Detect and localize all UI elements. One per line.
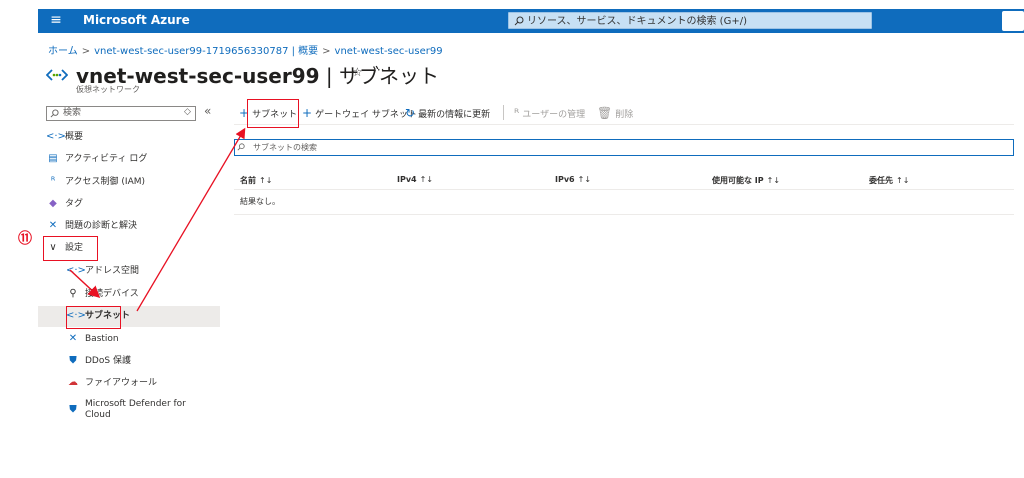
search-icon	[237, 143, 245, 151]
firewall-icon: ☁	[68, 377, 78, 388]
sidebar-item-label: アクティビティ ログ	[65, 154, 148, 164]
tag-icon: ◆	[49, 198, 57, 209]
refresh-button[interactable]: ↻ 最新の情報に更新	[405, 106, 490, 120]
sidebar-item-label: 概要	[65, 132, 84, 142]
add-gateway-subnet-button[interactable]: + ゲートウェイ サブネット	[302, 106, 417, 120]
diagnose-icon: ✕	[48, 220, 58, 231]
breadcrumb-vnet-overview[interactable]: vnet-west-sec-user99-1719656330787 | 概要	[94, 46, 318, 57]
users-icon: ᴿ	[514, 106, 520, 120]
sidebar-item-label: 接続デバイス	[85, 289, 139, 299]
bastion-icon: ✕	[68, 333, 78, 344]
toolbar-divider	[503, 105, 504, 120]
breadcrumb-vnet[interactable]: vnet-west-sec-user99	[335, 46, 443, 57]
sort-icon: ↑↓	[419, 175, 434, 184]
column-header-ipv4[interactable]: IPv4 ↑↓	[397, 175, 433, 184]
sidebar-item-iam[interactable]: ᴿ アクセス制御 (IAM)	[46, 172, 145, 192]
subnet-search-placeholder: サブネットの検索	[253, 143, 317, 152]
sidebar-item-connected-devices[interactable]: ⚲ 接続デバイス	[66, 284, 139, 304]
sidebar-item-label-line2: Cloud	[85, 410, 111, 420]
sidebar-item-overview[interactable]: <·>概要	[46, 127, 83, 147]
sidebar-item-diagnose[interactable]: ✕ 問題の診断と解決	[46, 216, 137, 236]
sidebar-item-tags[interactable]: ◆ タグ	[46, 194, 83, 214]
sidebar-item-bastion[interactable]: ✕ Bastion	[66, 329, 119, 349]
vnet-icon: <·>	[46, 131, 66, 142]
manage-users-label: ユーザーの管理	[522, 110, 586, 120]
more-options-icon[interactable]: ···	[373, 63, 384, 77]
activity-log-icon: ▤	[48, 153, 58, 164]
sidebar-item-address-space[interactable]: <·>アドレス空間	[66, 261, 139, 281]
sidebar-item-label-wrap: Microsoft Defender for Cloud	[85, 399, 186, 421]
sort-icon: ↑↓	[259, 176, 273, 185]
annotation-highlight-subnets	[66, 306, 121, 329]
sidebar-item-label: 問題の診断と解決	[65, 221, 138, 231]
brand-title[interactable]: Microsoft Azure	[83, 13, 190, 27]
empty-table-message: 結果なし。	[240, 197, 280, 206]
sidebar-search-input[interactable]: 検索	[46, 106, 196, 121]
delete-label: 削除	[615, 110, 634, 120]
favorite-star-icon[interactable]: ☆	[352, 65, 363, 79]
sidebar-item-ddos[interactable]: ⛊ DDoS 保護	[66, 351, 131, 371]
sidebar-item-activity-log[interactable]: ▤ アクティビティ ログ	[46, 149, 147, 169]
column-header-name[interactable]: 名前 ↑↓	[240, 175, 272, 186]
sidebar-search-placeholder: 検索	[63, 108, 82, 118]
column-header-label: 委任先	[869, 176, 893, 185]
sort-icon: ↑↓	[896, 176, 910, 185]
column-header-delegated-to[interactable]: 委任先 ↑↓	[869, 175, 909, 186]
sidebar-item-label: DDoS 保護	[85, 356, 131, 366]
topbar-right-button[interactable]	[1002, 11, 1024, 31]
refresh-label: 最新の情報に更新	[418, 110, 491, 120]
column-header-label: IPv4	[397, 175, 417, 184]
sidebar-item-label: Microsoft Defender for	[85, 399, 186, 409]
filter-diamond-icon[interactable]: ◇	[184, 107, 191, 117]
manage-users-button[interactable]: ᴿ ユーザーの管理	[514, 106, 585, 120]
refresh-icon: ↻	[405, 106, 416, 120]
global-search-input[interactable]: リソース、サービス、ドキュメントの検索 (G+/)	[508, 12, 872, 29]
sidebar-item-defender[interactable]: ⛊ Microsoft Defender for Cloud	[66, 399, 186, 423]
azure-top-bar: ≡ Microsoft Azure リソース、サービス、ドキュメントの検索 (G…	[38, 9, 1024, 33]
table-row-divider	[234, 214, 1014, 215]
collapse-sidebar-icon[interactable]: «	[204, 104, 211, 118]
defender-icon: ⛊	[69, 404, 77, 415]
address-space-icon: <·>	[66, 265, 86, 276]
trash-icon: 🗑	[597, 106, 613, 120]
breadcrumb-separator-icon: >	[81, 46, 91, 57]
column-header-available-ips[interactable]: 使用可能な IP ↑↓	[712, 175, 780, 186]
subnet-search-input[interactable]: サブネットの検索	[234, 139, 1014, 156]
plus-icon: +	[302, 106, 313, 120]
sidebar-item-label: ファイアウォール	[85, 378, 158, 388]
sidebar-item-label: アクセス制御 (IAM)	[65, 177, 146, 187]
sort-icon: ↑↓	[577, 175, 592, 184]
page-subtitle: 仮想ネットワーク	[76, 85, 140, 94]
global-search-placeholder: リソース、サービス、ドキュメントの検索 (G+/)	[527, 16, 747, 27]
sidebar-item-label: Bastion	[85, 334, 119, 344]
breadcrumb-home[interactable]: ホーム	[48, 46, 78, 57]
annotation-highlight-add-subnet	[247, 99, 299, 128]
annotation-highlight-settings	[43, 236, 98, 261]
sidebar-item-label: アドレス空間	[85, 266, 140, 276]
page-title-separator: |	[319, 64, 339, 88]
column-header-label: 名前	[240, 176, 256, 185]
shield-icon: ⛊	[69, 355, 77, 366]
table-header-divider	[234, 189, 1014, 190]
column-header-label: 使用可能な IP	[712, 176, 764, 185]
hamburger-menu-icon[interactable]: ≡	[48, 12, 64, 28]
search-icon	[514, 16, 524, 26]
iam-icon: ᴿ	[50, 176, 56, 187]
sidebar-item-firewall[interactable]: ☁ ファイアウォール	[66, 373, 157, 393]
annotation-arrow-to-add-subnet	[136, 127, 246, 312]
breadcrumb: ホーム > vnet-west-sec-user99-1719656330787 |…	[48, 42, 443, 57]
sidebar-item-label: タグ	[65, 199, 84, 209]
search-icon	[50, 109, 59, 118]
toolbar-divider-line	[234, 124, 1014, 125]
delete-button[interactable]: 🗑 削除	[597, 106, 633, 120]
plug-icon: ⚲	[69, 288, 77, 299]
column-header-ipv6[interactable]: IPv6 ↑↓	[555, 175, 591, 184]
vnet-icon	[46, 69, 68, 81]
sort-icon: ↑↓	[766, 176, 781, 185]
annotation-step-number: ⑪	[18, 231, 32, 247]
column-header-label: IPv6	[555, 175, 575, 184]
breadcrumb-separator-icon: >	[322, 46, 331, 57]
gateway-subnet-label: ゲートウェイ サブネット	[315, 110, 417, 120]
